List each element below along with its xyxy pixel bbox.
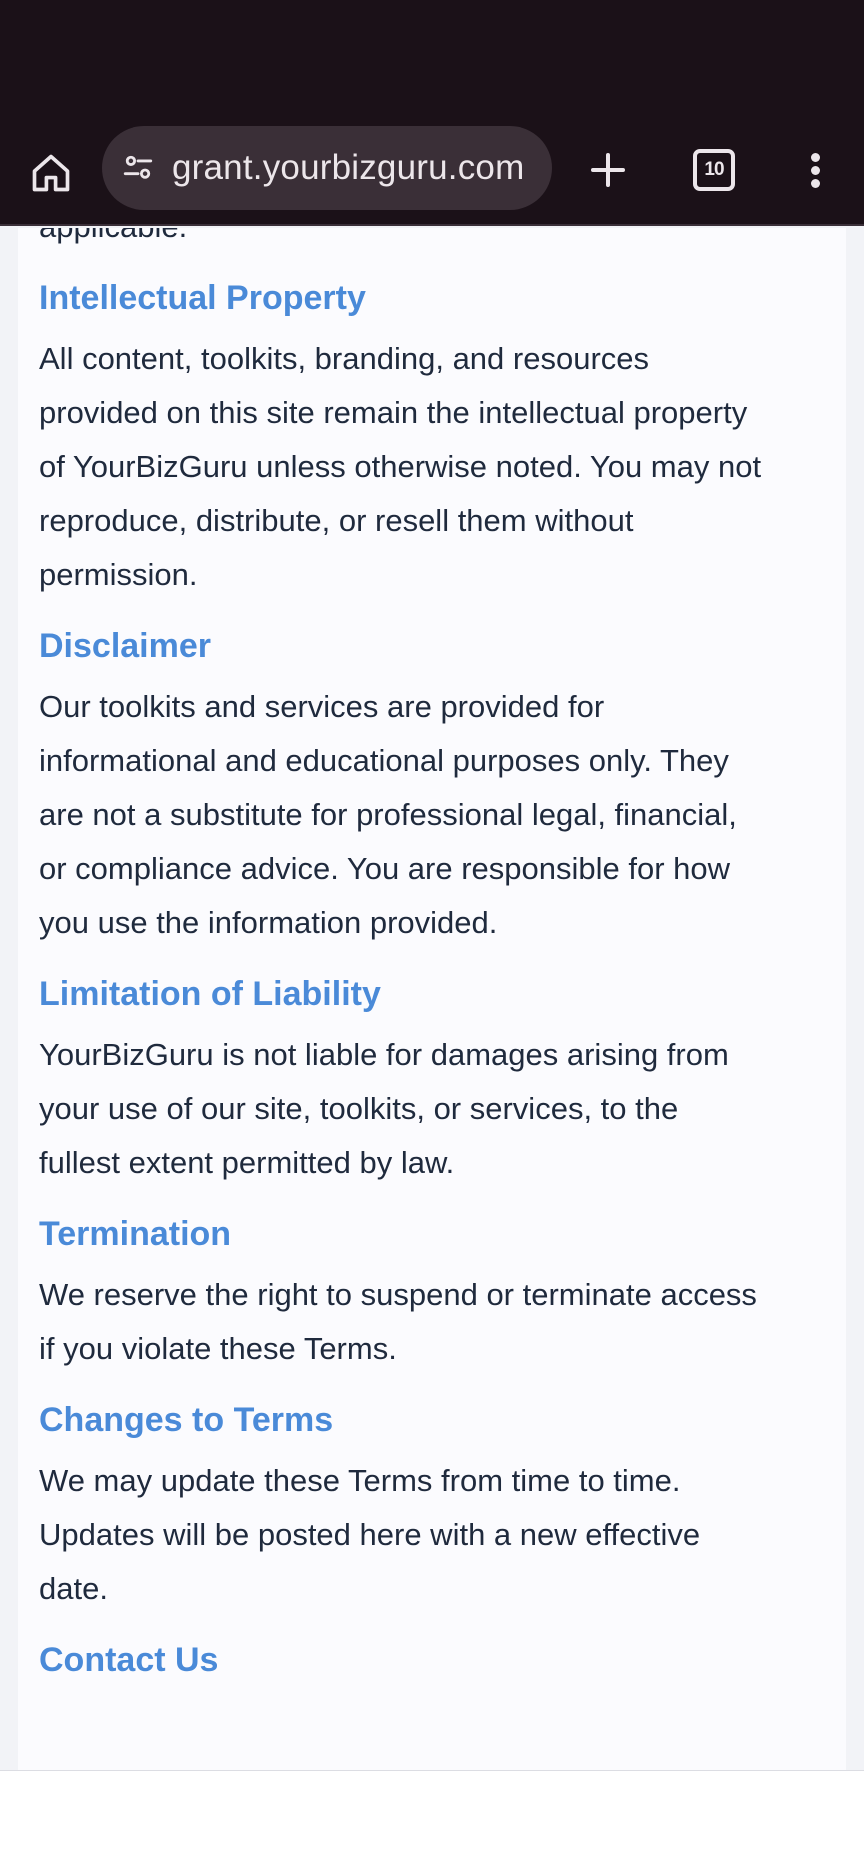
section-body-disclaimer: Our toolkits and services are provided f… bbox=[39, 680, 839, 950]
paragraph-line: reproduce, distribute, or resell them wi… bbox=[39, 503, 634, 538]
paragraph-line: your use of our site, toolkits, or servi… bbox=[39, 1091, 679, 1126]
paragraph-line: fullest extent permitted by law. bbox=[39, 1145, 455, 1180]
address-bar[interactable]: grant.yourbizguru.com bbox=[102, 126, 552, 210]
site-settings-icon[interactable] bbox=[116, 146, 160, 190]
paragraph-line: Updates will be posted here with a new e… bbox=[39, 1517, 701, 1552]
paragraph-line: We may update these Terms from time to t… bbox=[39, 1463, 681, 1498]
tab-switcher-button[interactable]: 10 bbox=[684, 140, 744, 200]
paragraph-line: date. bbox=[39, 1571, 108, 1606]
section-heading-contact-us: Contact Us bbox=[39, 1641, 219, 1679]
paragraph-line: All content, toolkits, branding, and res… bbox=[39, 341, 650, 376]
page-content: applicable. Intellectual Property All co… bbox=[18, 228, 846, 1770]
home-button[interactable] bbox=[22, 144, 80, 202]
section-heading-changes-to-terms: Changes to Terms bbox=[39, 1401, 334, 1439]
more-options-button[interactable] bbox=[790, 140, 840, 200]
new-tab-button[interactable] bbox=[578, 140, 638, 200]
plus-icon bbox=[591, 153, 625, 187]
section-body-changes-to-terms: We may update these Terms from time to t… bbox=[39, 1454, 839, 1616]
more-vert-icon bbox=[810, 149, 820, 192]
paragraph-line: if you violate these Terms. bbox=[39, 1331, 397, 1366]
section-body-termination: We reserve the right to suspend or termi… bbox=[39, 1268, 839, 1376]
paragraph-line: of YourBizGuru unless otherwise noted. Y… bbox=[39, 449, 762, 484]
paragraph-line: We reserve the right to suspend or termi… bbox=[39, 1277, 757, 1312]
paragraph-line: you use the information provided. bbox=[39, 905, 498, 940]
tab-count: 10 bbox=[693, 149, 735, 191]
paragraph-line: or compliance advice. You are responsibl… bbox=[39, 851, 731, 886]
paragraph-line: provided on this site remain the intelle… bbox=[39, 395, 748, 430]
status-bar bbox=[0, 0, 864, 120]
browser-toolbar: grant.yourbizguru.com 10 bbox=[0, 120, 864, 226]
paragraph-line: are not a substitute for professional le… bbox=[39, 797, 737, 832]
section-heading-intellectual-property: Intellectual Property bbox=[39, 279, 366, 317]
url-text[interactable]: grant.yourbizguru.com bbox=[172, 148, 524, 188]
bottom-blank-area bbox=[0, 1770, 864, 1873]
section-heading-disclaimer: Disclaimer bbox=[39, 627, 211, 665]
paragraph-line: Our toolkits and services are provided f… bbox=[39, 689, 605, 724]
section-heading-limitation-of-liability: Limitation of Liability bbox=[39, 975, 381, 1013]
paragraph-line: applicable. bbox=[39, 228, 839, 254]
paragraph-line: informational and educational purposes o… bbox=[39, 743, 729, 778]
paragraph-line: permission. bbox=[39, 557, 198, 592]
home-icon bbox=[32, 154, 70, 192]
section-body-limitation-of-liability: YourBizGuru is not liable for damages ar… bbox=[39, 1028, 839, 1190]
paragraph-line: YourBizGuru is not liable for damages ar… bbox=[39, 1037, 729, 1072]
section-body-intellectual-property: All content, toolkits, branding, and res… bbox=[39, 332, 839, 602]
section-heading-termination: Termination bbox=[39, 1215, 232, 1253]
terms-article: applicable. Intellectual Property All co… bbox=[39, 228, 839, 1682]
